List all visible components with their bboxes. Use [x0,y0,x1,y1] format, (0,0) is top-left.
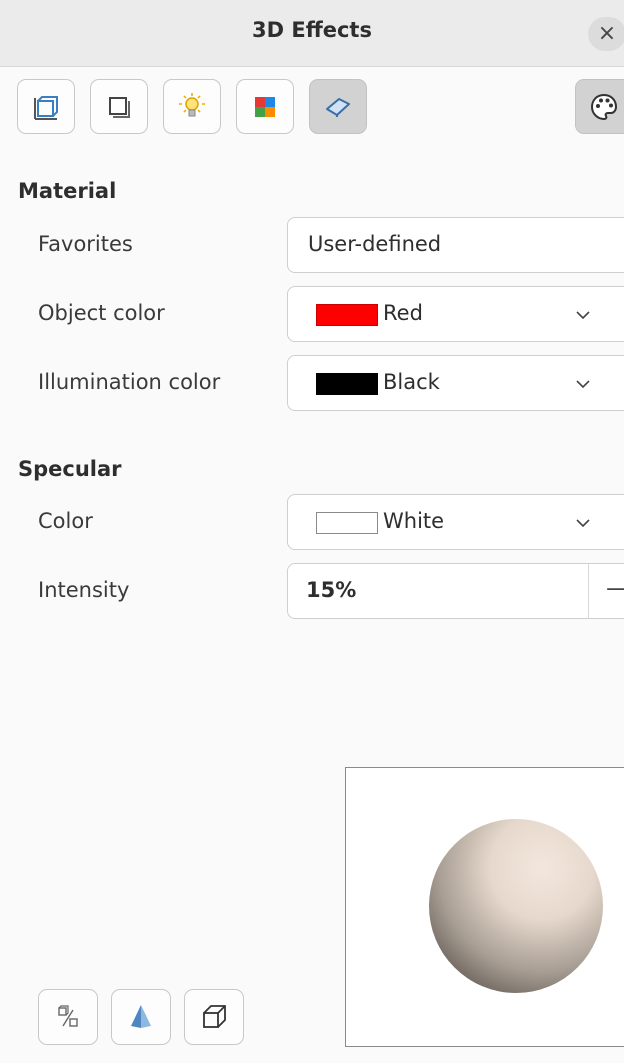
intensity-label: Intensity [38,578,130,602]
sphere-preview [429,819,603,993]
specular-color-label: Color [38,509,93,533]
assign-button[interactable] [575,79,624,134]
preview-area [345,767,624,1047]
shading-button[interactable] [90,79,148,134]
favorites-dropdown[interactable]: User-defined [287,217,624,273]
geometry-icon [34,95,58,120]
textures-icon [255,96,275,117]
intensity-spinbox[interactable]: 15% — [287,563,624,619]
cone-icon [131,1005,151,1028]
lightbulb-icon [179,92,205,116]
chevron-down-icon [576,519,590,528]
dialog-title: 3D Effects [252,18,372,42]
specular-color-value: White [383,509,445,533]
illumination-color-label: Illumination color [38,370,221,394]
intensity-value: 15% [306,578,357,602]
shading-icon [109,96,130,118]
title-bar: 3D Effects × [0,0,624,67]
favorites-label: Favorites [38,232,133,256]
material-heading: Material [18,179,117,203]
close-button[interactable]: × [588,17,624,51]
illumination-color-dropdown[interactable]: Black [287,355,624,411]
material-button[interactable] [309,79,367,134]
convert-to-3d-button[interactable] [38,989,98,1045]
favorites-value: User-defined [308,232,442,256]
geometry-button[interactable] [17,79,75,134]
illumination-color-value: Black [383,370,440,394]
textures-button[interactable] [236,79,294,134]
spin-divider [588,564,589,618]
chevron-down-icon [576,311,590,320]
object-color-label: Object color [38,301,165,325]
chevron-down-icon [576,380,590,389]
convert-to-lathe-button[interactable] [111,989,171,1045]
object-color-dropdown[interactable]: Red [287,286,624,342]
illumination-color-swatch [316,373,378,395]
specular-color-swatch [316,512,378,534]
palette-icon [590,93,618,120]
perspective-button[interactable] [184,989,244,1045]
specular-color-dropdown[interactable]: White [287,494,624,550]
specular-heading: Specular [18,457,122,481]
object-color-swatch [316,304,378,326]
material-icon [326,97,350,117]
object-color-value: Red [383,301,423,325]
close-icon: × [597,21,617,46]
convert-3d-icon [58,1005,78,1027]
perspective-cube-icon [203,1005,226,1028]
decrement-icon[interactable]: — [606,574,624,602]
illumination-button[interactable] [163,79,221,134]
